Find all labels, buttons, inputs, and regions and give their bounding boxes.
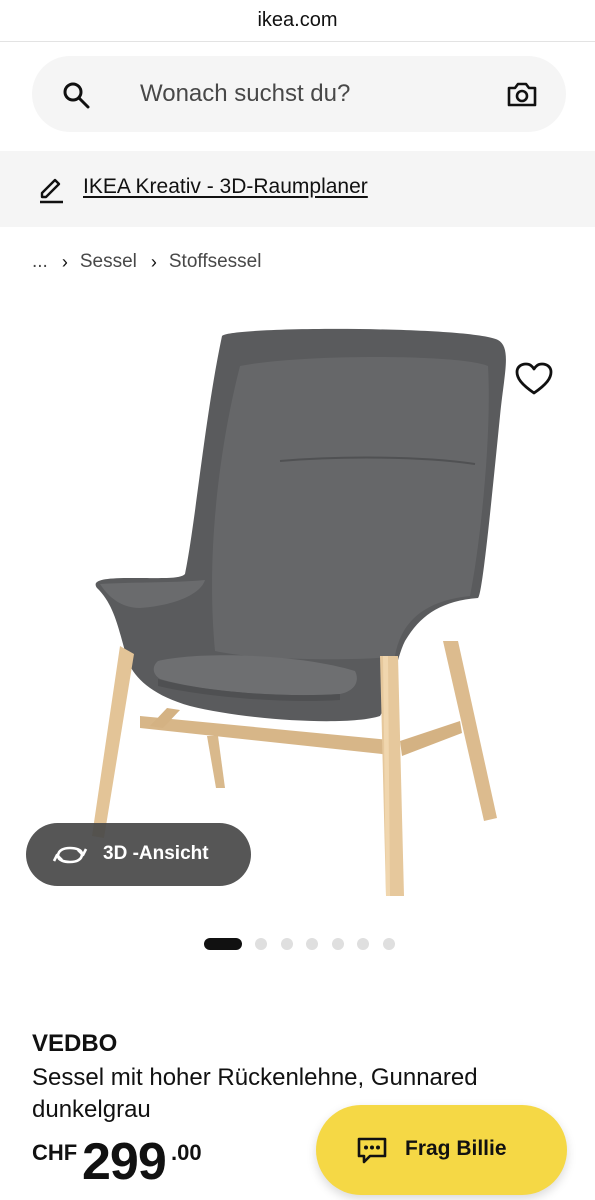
price-currency: CHF xyxy=(32,1140,78,1165)
camera-icon[interactable] xyxy=(506,80,538,108)
search-bar[interactable]: Wonach suchst du? xyxy=(32,56,566,132)
pagination-dot[interactable] xyxy=(306,938,318,950)
search-input[interactable]: Wonach suchst du? xyxy=(140,80,350,108)
pagination-dot[interactable] xyxy=(332,938,344,950)
pagination-dot[interactable] xyxy=(255,938,267,950)
chat-bubble-icon xyxy=(357,1137,387,1164)
search-icon xyxy=(63,82,90,109)
breadcrumb-ellipsis[interactable]: ... xyxy=(32,251,48,273)
pagination-dot[interactable] xyxy=(357,938,369,950)
pagination-dot-active[interactable] xyxy=(204,938,242,950)
browser-url-bar[interactable]: ikea.com xyxy=(0,0,595,42)
breadcrumb: ... › Sessel › Stoffsessel xyxy=(32,250,261,274)
chat-assistant-label: Frag Billie xyxy=(405,1137,507,1160)
rotate-3d-icon xyxy=(52,846,88,864)
pagination-dot[interactable] xyxy=(383,938,395,950)
view-3d-label: 3D -Ansicht xyxy=(103,843,209,864)
price-integer: 299 xyxy=(82,1133,167,1191)
url-text: ikea.com xyxy=(257,9,338,31)
chair-back-leg-left xyxy=(207,736,225,788)
planner-banner[interactable]: IKEA Kreativ - 3D-Raumplaner xyxy=(0,151,595,227)
chair-front-leg-left xyxy=(92,646,134,838)
pagination-dot[interactable] xyxy=(281,938,293,950)
chat-assistant-button[interactable]: Frag Billie xyxy=(316,1105,567,1195)
breadcrumb-item-stoffsessel[interactable]: Stoffsessel xyxy=(169,251,262,273)
planner-link[interactable]: IKEA Kreativ - 3D-Raumplaner xyxy=(83,175,368,199)
breadcrumb-item-sessel[interactable]: Sessel xyxy=(80,251,137,273)
view-3d-button[interactable]: 3D -Ansicht xyxy=(26,823,251,886)
heart-icon[interactable] xyxy=(515,362,553,396)
chevron-right-icon: › xyxy=(61,251,68,272)
product-name: VEDBO xyxy=(32,1030,118,1057)
chevron-right-icon: › xyxy=(150,251,157,272)
price-decimal: .00 xyxy=(171,1140,202,1165)
pen-icon xyxy=(40,178,63,204)
